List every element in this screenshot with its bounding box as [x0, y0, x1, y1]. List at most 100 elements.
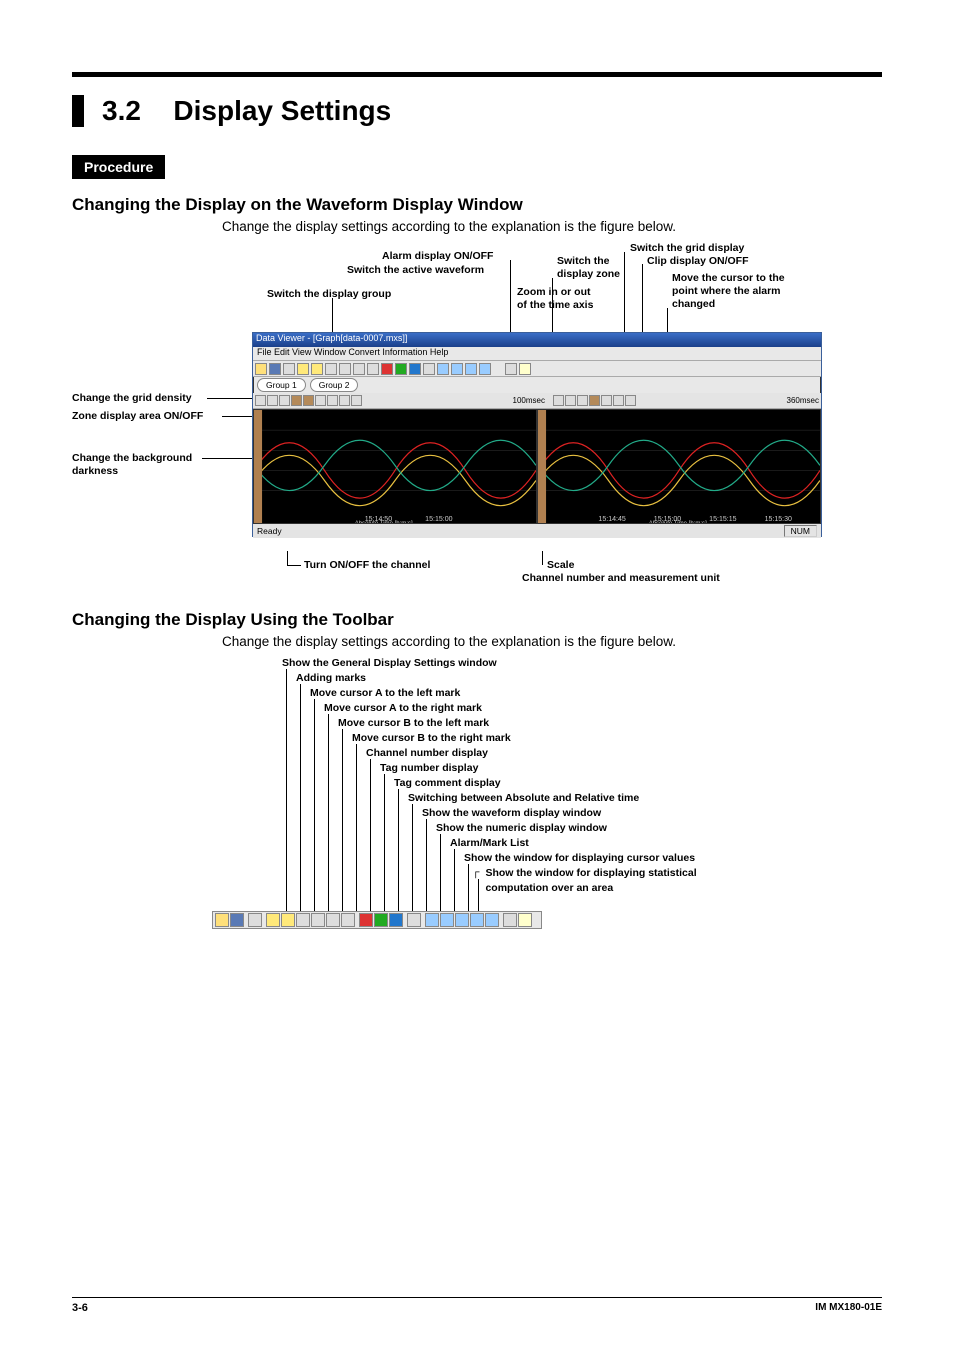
subheading-toolbar: Changing the Display Using the Toolbar [72, 610, 882, 630]
tb-wave-window-icon[interactable] [425, 913, 439, 927]
grid-switch-icon[interactable] [601, 395, 612, 406]
zoom-out-icon[interactable] [279, 395, 290, 406]
zoom-in-icon[interactable] [267, 395, 278, 406]
tb-tag-comment-icon[interactable] [409, 363, 421, 375]
tb-print-icon[interactable] [505, 363, 517, 375]
clip-icon[interactable] [613, 395, 624, 406]
tb-add-mark-icon[interactable] [281, 913, 295, 927]
tb-numeric-window-icon[interactable] [451, 363, 463, 375]
svg-text:Absolute Time [h:m:s]: Absolute Time [h:m:s] [649, 521, 707, 524]
tb-stats-window-icon[interactable] [485, 913, 499, 927]
subheading-waveform-window: Changing the Display on the Waveform Dis… [72, 195, 882, 215]
tb-cursor-b-right-icon[interactable] [341, 913, 355, 927]
tree-l9: Switching between Absolute and Relative … [408, 792, 639, 804]
display-control-strip[interactable]: 100msec 360msec [253, 393, 821, 409]
tb-save-icon[interactable] [230, 913, 244, 927]
section-title-row: 3.2 Display Settings [72, 95, 882, 127]
tb-cursor-b-left-icon[interactable] [353, 363, 365, 375]
time-scale-right: 360msec [787, 396, 819, 405]
tb-cursor-values-icon[interactable] [470, 913, 484, 927]
grid-density-icon[interactable] [315, 395, 326, 406]
callout-turn-onoff-channel: Turn ON/OFF the channel [304, 559, 430, 571]
tree-l13: Show the window for displaying cursor va… [464, 852, 695, 864]
tb-time-mode-icon[interactable] [407, 913, 421, 927]
tb-open-icon[interactable] [255, 363, 267, 375]
status-num: NUM [784, 525, 817, 537]
tb-tag-number-icon[interactable] [395, 363, 407, 375]
tb-ch-number-icon[interactable] [359, 913, 373, 927]
tb-general-settings-icon[interactable] [266, 913, 280, 927]
tree-l14b: computation over an area [485, 882, 613, 894]
scale-icon[interactable] [351, 395, 362, 406]
figure-1: Alarm display ON/OFF Switch the active w… [72, 242, 882, 592]
page-footer: 3-6 IM MX180-01E [72, 1297, 882, 1314]
toolbar-callout-tree: Show the General Display Settings window… [282, 657, 882, 927]
tb-cursor-a-right-icon[interactable] [339, 363, 351, 375]
tb-cursor-a-left-icon[interactable] [325, 363, 337, 375]
svg-text:15:15:00: 15:15:00 [425, 516, 452, 523]
svg-text:15:14:45: 15:14:45 [598, 516, 625, 523]
alarm-display-icon[interactable] [327, 395, 338, 406]
tb-cursor-values-icon[interactable] [479, 363, 491, 375]
tb-wave-window-icon[interactable] [437, 363, 449, 375]
tb-save-icon[interactable] [269, 363, 281, 375]
tb-copy-icon[interactable] [248, 913, 262, 927]
tree-l2: Move cursor A to the left mark [310, 687, 460, 699]
callout-switch-the: Switch the [557, 255, 610, 268]
section-title: Display Settings [173, 95, 391, 127]
app-toolbar[interactable] [253, 361, 821, 377]
tb-ch-number-icon[interactable] [381, 363, 393, 375]
svg-text:15:15:15: 15:15:15 [709, 516, 736, 523]
callout-zoom2: of the time axis [517, 299, 593, 312]
callout-switch-grid: Switch the grid display [630, 242, 744, 255]
procedure-chip: Procedure [72, 155, 165, 179]
clip-icon[interactable] [339, 395, 350, 406]
tb-numeric-window-icon[interactable] [440, 913, 454, 927]
tb-help-icon[interactable] [519, 363, 531, 375]
tb-tag-comment-icon[interactable] [389, 913, 403, 927]
tb-general-settings-icon[interactable] [297, 363, 309, 375]
tb-time-mode-icon[interactable] [423, 363, 435, 375]
tree-l0: Show the General Display Settings window [282, 657, 497, 669]
tb-help-icon[interactable] [518, 913, 532, 927]
tb-cursor-a-left-icon[interactable] [296, 913, 310, 927]
tb-cursor-b-right-icon[interactable] [367, 363, 379, 375]
tree-l8: Tag comment display [394, 777, 501, 789]
zone-switch-icon[interactable] [553, 395, 564, 406]
tree-l14a: Show the window for displaying statistic… [485, 867, 696, 879]
svg-text:15:15:30: 15:15:30 [765, 516, 792, 523]
graph-pane-right[interactable]: 15:14:45 15:15:00 15:15:15 15:15:30 Abso… [537, 409, 821, 524]
tb-open-icon[interactable] [215, 913, 229, 927]
top-rule [72, 72, 882, 77]
active-wave-icon[interactable] [589, 395, 600, 406]
bg-darkness-icon[interactable] [255, 395, 266, 406]
tree-l7: Tag number display [380, 762, 478, 774]
tb-add-mark-icon[interactable] [311, 363, 323, 375]
tb-alarm-list-icon[interactable] [455, 913, 469, 927]
app-menubar[interactable]: File Edit View Window Convert Informatio… [253, 347, 821, 361]
zoom-in-icon[interactable] [565, 395, 576, 406]
callout-switch-active-wave: Switch the active waveform [347, 264, 484, 277]
active-wave-icon[interactable] [291, 395, 302, 406]
tab-group2[interactable]: Group 2 [310, 378, 359, 392]
app-window: Data Viewer - [Graph[data-0007.mxs]] Fil… [252, 332, 822, 537]
graph-pane-left[interactable]: 15:14:50 15:15:00 Absolute Time [h:m:s] [253, 409, 537, 524]
zoom-out-icon[interactable] [577, 395, 588, 406]
move-cursor-alarm-icon[interactable] [625, 395, 636, 406]
tb-cursor-a-right-icon[interactable] [311, 913, 325, 927]
tree-l12: Alarm/Mark List [450, 837, 529, 849]
zone-area-icon[interactable] [303, 395, 314, 406]
tb-tag-number-icon[interactable] [374, 913, 388, 927]
app-titlebar: Data Viewer - [Graph[data-0007.mxs]] [253, 333, 821, 347]
section-number: 3.2 [72, 95, 141, 127]
explain-1: Change the display settings according to… [222, 219, 882, 234]
tb-alarm-list-icon[interactable] [465, 363, 477, 375]
tab-group1[interactable]: Group 1 [257, 378, 306, 392]
explain-2: Change the display settings according to… [222, 634, 882, 649]
tb-copy-icon[interactable] [283, 363, 295, 375]
svg-text:Absolute Time [h:m:s]: Absolute Time [h:m:s] [355, 521, 413, 524]
callout-move-cursor-alarm2: point where the alarm [672, 285, 781, 298]
tb-print-icon[interactable] [503, 913, 517, 927]
tb-cursor-b-left-icon[interactable] [326, 913, 340, 927]
status-ready: Ready [257, 526, 282, 536]
